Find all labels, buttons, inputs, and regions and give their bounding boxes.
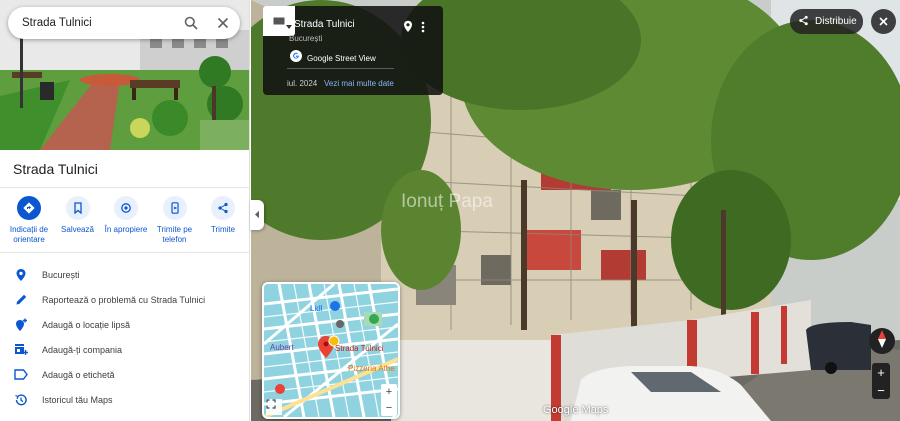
nearby-icon xyxy=(114,196,138,220)
zoom-in-button[interactable]: + xyxy=(872,363,890,381)
info-item-add-label[interactable]: Adaugă o etichetă xyxy=(0,362,249,387)
info-item-locality[interactable]: București xyxy=(0,262,249,287)
info-list: București Raportează o problemă cu Strad… xyxy=(0,262,249,412)
share-place-button[interactable]: Trimite xyxy=(200,196,246,245)
street-view-info-card: Strada Tulnici București Google Street V… xyxy=(263,6,443,95)
directions-icon xyxy=(17,196,41,220)
collapse-panel-button[interactable] xyxy=(250,200,264,230)
label-icon xyxy=(13,367,29,383)
info-item-add-business[interactable]: Adaugă-ți compania xyxy=(0,337,249,362)
search-icon[interactable] xyxy=(181,13,201,33)
info-item-report-problem[interactable]: Raportează o problemă cu Strada Tulnici xyxy=(0,287,249,312)
more-vert-icon[interactable] xyxy=(421,20,425,38)
chevron-left-icon xyxy=(254,206,260,224)
mini-map-label[interactable]: Aubert xyxy=(270,343,294,352)
street-view-source: Google Street View xyxy=(290,49,376,67)
add-location-icon xyxy=(13,317,29,333)
share-icon xyxy=(798,15,809,29)
nearby-button[interactable]: În apropiere xyxy=(103,196,149,245)
compass-button[interactable] xyxy=(869,328,895,354)
mini-map[interactable]: Lidl Aubert Strada Tulnici Pizzeria Athe… xyxy=(262,282,400,419)
share-label: Distribuie xyxy=(815,16,857,27)
pencil-icon xyxy=(13,292,29,308)
place-photo[interactable] xyxy=(0,0,249,150)
bookmark-icon xyxy=(65,196,90,220)
save-button[interactable]: Salvează xyxy=(55,196,101,245)
close-search-icon[interactable] xyxy=(213,13,233,33)
info-label-add-location: Adaugă o locație lipsă xyxy=(42,319,131,330)
info-item-add-location[interactable]: Adaugă o locație lipsă xyxy=(0,312,249,337)
add-business-icon xyxy=(13,342,29,358)
close-street-view-button[interactable] xyxy=(871,9,896,34)
google-maps-logo: Google Maps xyxy=(543,404,609,416)
directions-label: Indicații de orientare xyxy=(9,225,49,244)
info-label-locality: București xyxy=(42,269,80,280)
capture-date: iul. 2024 xyxy=(287,79,318,88)
mini-map-zoom-out[interactable]: − xyxy=(381,400,397,416)
street-view-source-label: Google Street View xyxy=(307,53,376,63)
mini-map-label[interactable]: Pizzeria Athe xyxy=(348,364,395,373)
send-to-phone-button[interactable]: Trimite pe telefon xyxy=(152,196,198,245)
nearby-label: În apropiere xyxy=(104,225,148,234)
info-item-maps-history[interactable]: Istoricul tău Maps xyxy=(0,387,249,412)
send-to-phone-icon xyxy=(162,196,187,220)
see-more-dates-link[interactable]: Vezi mai multe date xyxy=(324,79,394,88)
expand-map-button[interactable] xyxy=(266,399,282,415)
share-place-label: Trimite xyxy=(210,225,236,234)
place-panel: Strada Tulnici Indicații de orientare Sa… xyxy=(0,0,250,421)
info-label-add-label: Adaugă o etichetă xyxy=(42,369,115,380)
place-title: Strada Tulnici xyxy=(13,161,98,177)
info-label-report-problem: Raportează o problemă cu Strada Tulnici xyxy=(42,294,206,305)
search-box[interactable] xyxy=(8,7,240,39)
street-view-title: Strada Tulnici xyxy=(294,19,355,30)
history-icon xyxy=(13,392,29,408)
mini-map-zoom-in[interactable]: + xyxy=(381,384,397,400)
zoom-out-button[interactable]: − xyxy=(872,381,890,399)
divider xyxy=(0,187,249,188)
close-icon xyxy=(879,13,888,31)
photographer-watermark: Ionuț Papa xyxy=(401,191,493,212)
save-label: Salvează xyxy=(61,225,94,234)
location-pin-icon xyxy=(13,267,29,283)
info-label-maps-history: Istoricul tău Maps xyxy=(42,394,113,405)
street-view-thumbnail[interactable] xyxy=(263,6,295,36)
search-input[interactable] xyxy=(22,17,172,29)
location-pin-icon[interactable] xyxy=(403,20,413,38)
directions-button[interactable]: Indicații de orientare xyxy=(6,196,52,245)
share-button[interactable]: Distribuie xyxy=(790,9,863,34)
action-bar: Indicații de orientare Salvează În aprop… xyxy=(6,196,246,245)
street-view-locality: București xyxy=(289,34,323,43)
mini-map-label[interactable]: Lidl xyxy=(310,304,322,313)
info-label-add-business: Adaugă-ți compania xyxy=(42,344,123,355)
share-icon xyxy=(211,196,235,220)
google-g-icon xyxy=(290,49,302,67)
caret-down-icon[interactable] xyxy=(286,16,292,34)
street-view-thumbnail-icon xyxy=(273,12,285,30)
divider xyxy=(0,252,249,253)
mini-map-label[interactable]: Strada Tulnici xyxy=(335,344,383,353)
compass-icon xyxy=(875,329,889,353)
send-to-phone-label: Trimite pe telefon xyxy=(156,225,193,244)
street-view-panorama[interactable]: Strada Tulnici București Google Street V… xyxy=(251,0,900,421)
zoom-control: + − xyxy=(872,363,890,399)
divider xyxy=(287,68,394,69)
